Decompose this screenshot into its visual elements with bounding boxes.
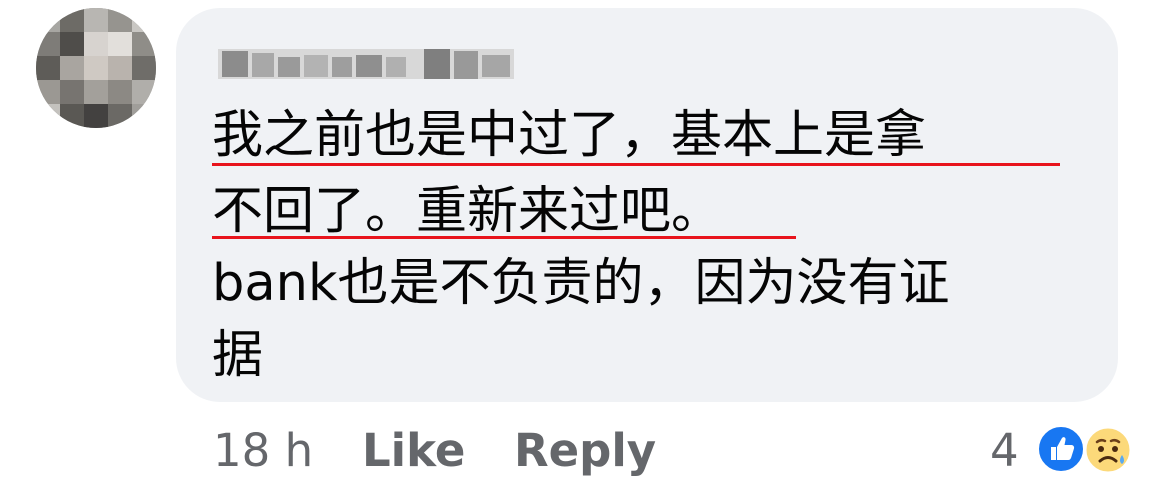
reaction-count[interactable]: 4	[990, 428, 1019, 473]
red-underline	[212, 163, 1060, 166]
avatar[interactable]	[36, 8, 156, 128]
red-underline	[212, 236, 796, 239]
author-name-redacted[interactable]	[218, 43, 514, 85]
like-button[interactable]: Like	[362, 428, 465, 473]
comment-text-line: 我之前也是中过了，基本上是拿	[212, 106, 927, 165]
comment-text-line: bank也是不负责的，因为没有证	[212, 254, 950, 313]
reply-button[interactable]: Reply	[514, 428, 656, 473]
like-icon	[1036, 424, 1086, 474]
comment-text-line: 不回了。重新来过吧。	[212, 182, 723, 241]
comment-text-line: 据	[212, 326, 264, 385]
comment-timestamp[interactable]: 18 h	[213, 428, 313, 473]
sad-icon	[1082, 424, 1134, 476]
